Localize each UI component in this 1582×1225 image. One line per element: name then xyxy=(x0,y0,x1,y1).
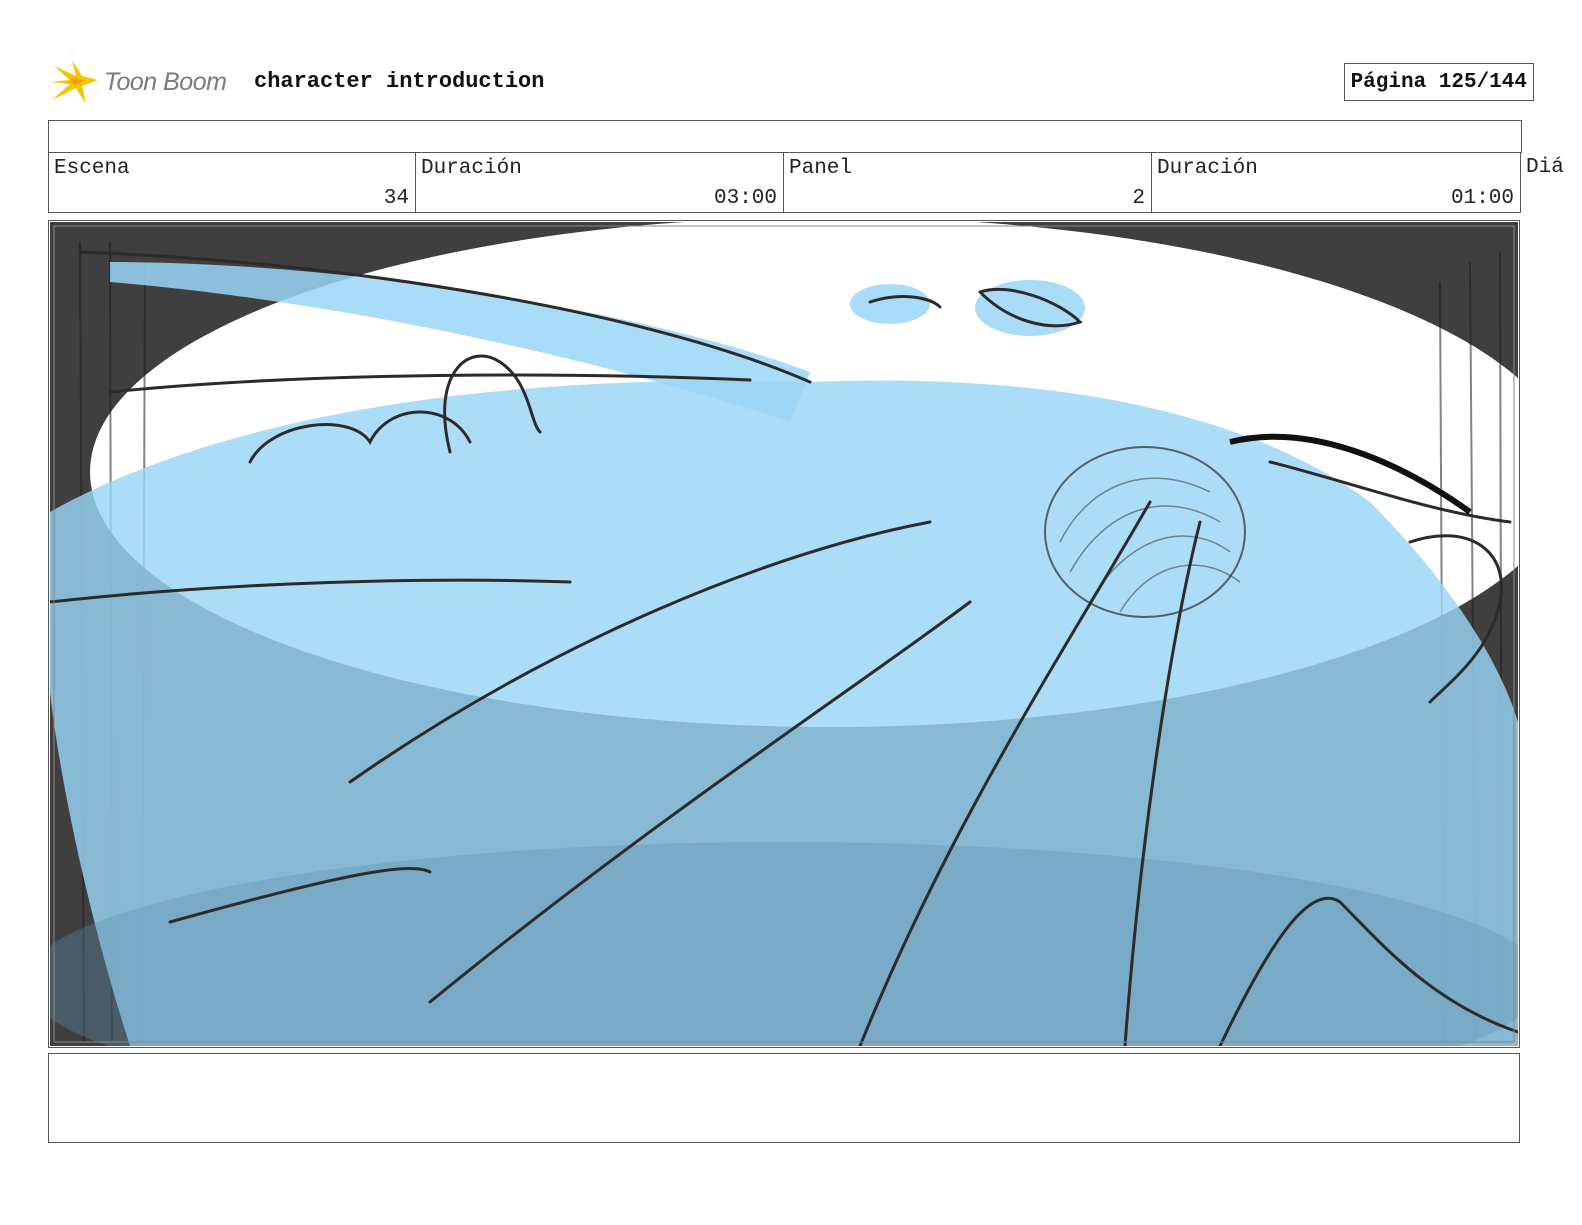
logo-text: Toon Boom xyxy=(104,67,227,96)
storyboard-header: Toon Boom character introduction Página … xyxy=(50,56,1534,106)
action-notes-box xyxy=(48,1053,1520,1143)
dialog-cell: Diá xyxy=(1520,152,1582,213)
scene-duration-value: 03:00 xyxy=(713,187,777,210)
dialog-label: Diá xyxy=(1526,156,1564,179)
scene-duration-label: Duración xyxy=(421,157,522,180)
panel-duration-value: 01:00 xyxy=(1450,187,1514,210)
blue-eye-left xyxy=(850,284,930,324)
storyboard-panel xyxy=(48,220,1520,1048)
blank-title-strip xyxy=(48,120,1522,153)
panel-sketch xyxy=(50,222,1518,1046)
page-number: Página 125/144 xyxy=(1343,63,1534,101)
panel-duration-cell: Duración 01:00 xyxy=(1151,152,1521,213)
project-title: character introduction xyxy=(254,69,545,94)
scene-value: 34 xyxy=(383,187,409,210)
panel-cell: Panel 2 xyxy=(783,152,1152,213)
scene-cell: Escena 34 xyxy=(48,152,416,213)
scene-label: Escena xyxy=(54,157,130,180)
scene-duration-cell: Duración 03:00 xyxy=(415,152,784,213)
panel-label: Panel xyxy=(789,157,853,180)
panel-duration-label: Duración xyxy=(1157,157,1258,180)
scene-info-row: Escena 34 Duración 03:00 Panel 2 Duració… xyxy=(48,152,1582,214)
panel-value: 2 xyxy=(1132,187,1145,210)
toon-boom-logo: Toon Boom xyxy=(50,56,227,108)
toon-boom-star-icon xyxy=(50,60,98,104)
